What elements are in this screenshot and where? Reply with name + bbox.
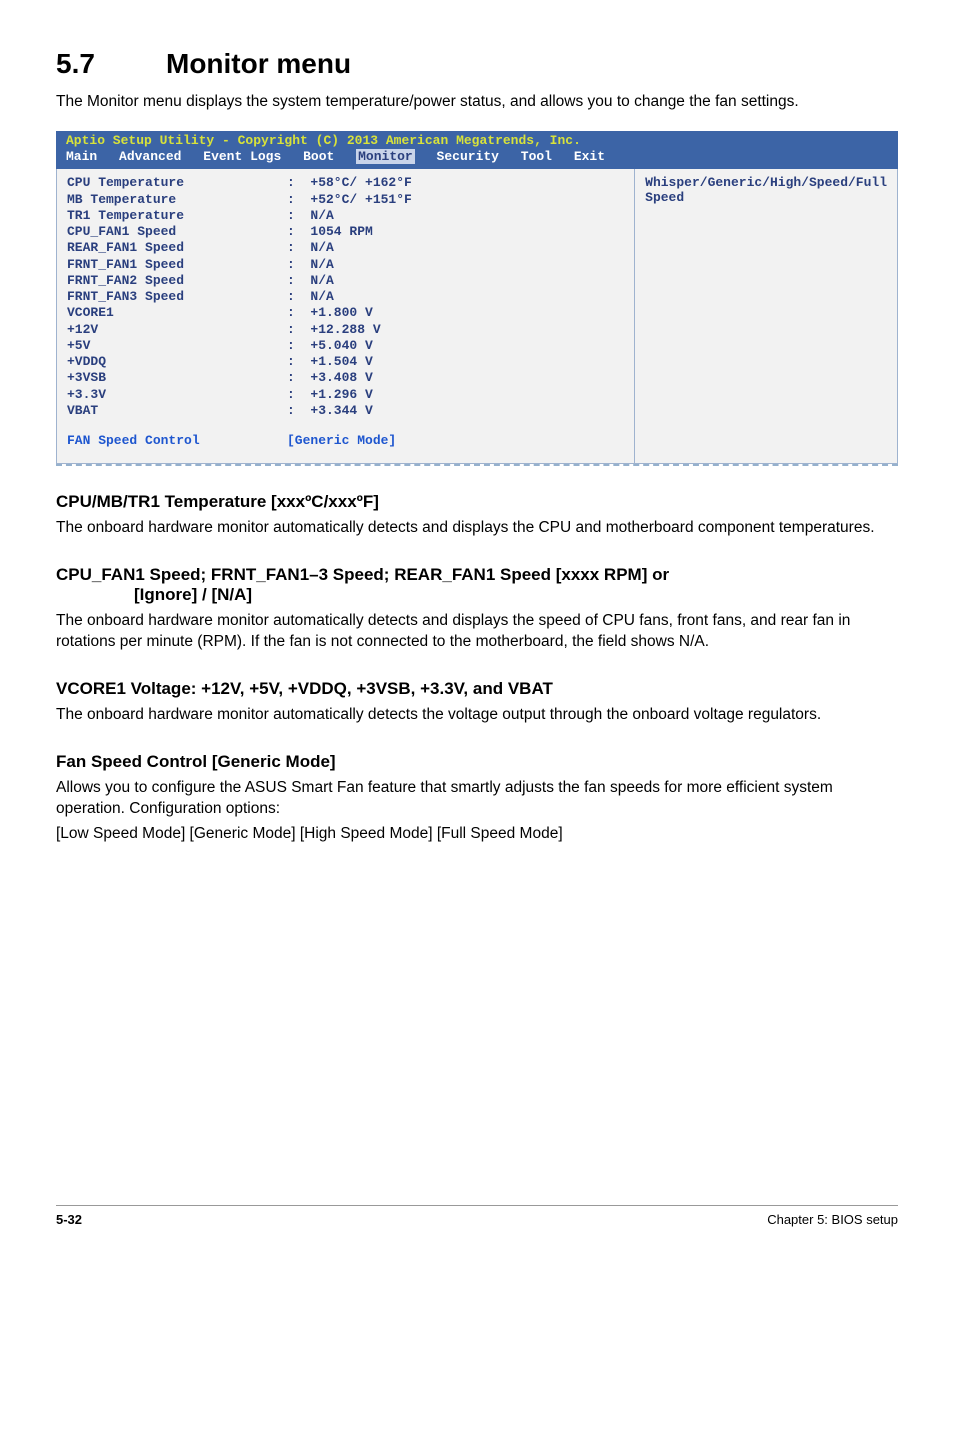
bios-row-key: +12V — [67, 322, 287, 338]
bios-menu-security[interactable]: Security — [437, 149, 499, 164]
bios-row-value: : N/A — [287, 257, 334, 273]
section1-body: The onboard hardware monitor automatical… — [56, 518, 898, 539]
bios-row-value: : N/A — [287, 208, 334, 224]
bios-row: MB Temperature: +52°C/ +151°F — [67, 192, 624, 208]
bios-row-key: CPU Temperature — [67, 175, 287, 191]
bios-menu-row: Main Advanced Event Logs Boot Monitor Se… — [66, 149, 888, 165]
section4-body2: [Low Speed Mode] [Generic Mode] [High Sp… — [56, 824, 898, 845]
bios-row-value: : +52°C/ +151°F — [287, 192, 412, 208]
bios-left-pane: CPU Temperature: +58°C/ +162°FMB Tempera… — [57, 169, 634, 463]
bios-row-value: : +3.408 V — [287, 370, 373, 386]
section2-title-line2: [Ignore] / [N/A] — [56, 585, 898, 605]
bios-row-value: : N/A — [287, 273, 334, 289]
fan-speed-value: [Generic Mode] — [287, 433, 396, 449]
footer-chapter: Chapter 5: BIOS setup — [767, 1212, 898, 1227]
bios-row: +5V: +5.040 V — [67, 338, 624, 354]
section4-body1: Allows you to configure the ASUS Smart F… — [56, 778, 898, 820]
bios-menu-eventlogs[interactable]: Event Logs — [203, 149, 281, 164]
bios-row-key: VBAT — [67, 403, 287, 419]
fan-speed-label: FAN Speed Control — [67, 433, 287, 449]
bios-row-key: TR1 Temperature — [67, 208, 287, 224]
intro-paragraph: The Monitor menu displays the system tem… — [56, 92, 898, 113]
bios-row: REAR_FAN1 Speed: N/A — [67, 240, 624, 256]
bios-row: +3.3V: +1.296 V — [67, 387, 624, 403]
footer-page: 5-32 — [56, 1212, 82, 1227]
bios-row: VBAT: +3.344 V — [67, 403, 624, 419]
bios-body: CPU Temperature: +58°C/ +162°FMB Tempera… — [56, 169, 898, 464]
bios-row-key: +5V — [67, 338, 287, 354]
bios-row-value: : +58°C/ +162°F — [287, 175, 412, 191]
bios-row-value: : 1054 RPM — [287, 224, 373, 240]
bios-row: CPU_FAN1 Speed: 1054 RPM — [67, 224, 624, 240]
section3-title: VCORE1 Voltage: +12V, +5V, +VDDQ, +3VSB,… — [56, 679, 898, 699]
bios-row-value: : +1.800 V — [287, 305, 373, 321]
heading-number: 5.7 — [56, 48, 166, 80]
bios-row-key: FRNT_FAN3 Speed — [67, 289, 287, 305]
section1-title: CPU/MB/TR1 Temperature [xxxºC/xxxºF] — [56, 492, 898, 512]
page-footer: 5-32 Chapter 5: BIOS setup — [56, 1205, 898, 1227]
bios-menu-boot[interactable]: Boot — [303, 149, 334, 164]
bios-row-value: : +5.040 V — [287, 338, 373, 354]
bios-row: +3VSB: +3.408 V — [67, 370, 624, 386]
bios-row: FRNT_FAN2 Speed: N/A — [67, 273, 624, 289]
bios-row-key: FRNT_FAN2 Speed — [67, 273, 287, 289]
bios-row-key: +3.3V — [67, 387, 287, 403]
bios-menu-monitor[interactable]: Monitor — [356, 149, 415, 164]
bios-row: TR1 Temperature: N/A — [67, 208, 624, 224]
fan-speed-control-row[interactable]: FAN Speed Control [Generic Mode] — [67, 433, 624, 449]
section2-title-line1: CPU_FAN1 Speed; FRNT_FAN1–3 Speed; REAR_… — [56, 565, 669, 584]
bios-menu-advanced[interactable]: Advanced — [119, 149, 181, 164]
bios-row: FRNT_FAN3 Speed: N/A — [67, 289, 624, 305]
section2-title: CPU_FAN1 Speed; FRNT_FAN1–3 Speed; REAR_… — [56, 565, 898, 605]
bios-row-key: +3VSB — [67, 370, 287, 386]
bios-header: Aptio Setup Utility - Copyright (C) 2013… — [56, 131, 898, 170]
bios-menu-exit[interactable]: Exit — [574, 149, 605, 164]
bios-row: FRNT_FAN1 Speed: N/A — [67, 257, 624, 273]
page-heading: 5.7Monitor menu — [56, 48, 898, 80]
bios-row-value: : +1.296 V — [287, 387, 373, 403]
section3-body: The onboard hardware monitor automatical… — [56, 705, 898, 726]
bios-row: +12V: +12.288 V — [67, 322, 624, 338]
bios-row-key: +VDDQ — [67, 354, 287, 370]
heading-title: Monitor menu — [166, 48, 351, 79]
bios-row-value: : N/A — [287, 289, 334, 305]
section2-body: The onboard hardware monitor automatical… — [56, 611, 898, 653]
bios-menu-tool[interactable]: Tool — [521, 149, 552, 164]
bios-title: Aptio Setup Utility - Copyright (C) 2013… — [66, 133, 888, 149]
bios-row-key: REAR_FAN1 Speed — [67, 240, 287, 256]
section4-title: Fan Speed Control [Generic Mode] — [56, 752, 898, 772]
bios-row-value: : +1.504 V — [287, 354, 373, 370]
bios-row-value: : +3.344 V — [287, 403, 373, 419]
bios-help-pane: Whisper/Generic/High/Speed/Full Speed — [634, 169, 897, 463]
bios-row-key: CPU_FAN1 Speed — [67, 224, 287, 240]
bios-row-key: FRNT_FAN1 Speed — [67, 257, 287, 273]
bios-menu-main[interactable]: Main — [66, 149, 97, 164]
bios-row: CPU Temperature: +58°C/ +162°F — [67, 175, 624, 191]
bios-row: +VDDQ: +1.504 V — [67, 354, 624, 370]
bios-row-value: : +12.288 V — [287, 322, 381, 338]
bios-row: VCORE1: +1.800 V — [67, 305, 624, 321]
bios-row-key: MB Temperature — [67, 192, 287, 208]
bios-panel: Aptio Setup Utility - Copyright (C) 2013… — [56, 131, 898, 467]
bios-row-key: VCORE1 — [67, 305, 287, 321]
bios-row-value: : N/A — [287, 240, 334, 256]
